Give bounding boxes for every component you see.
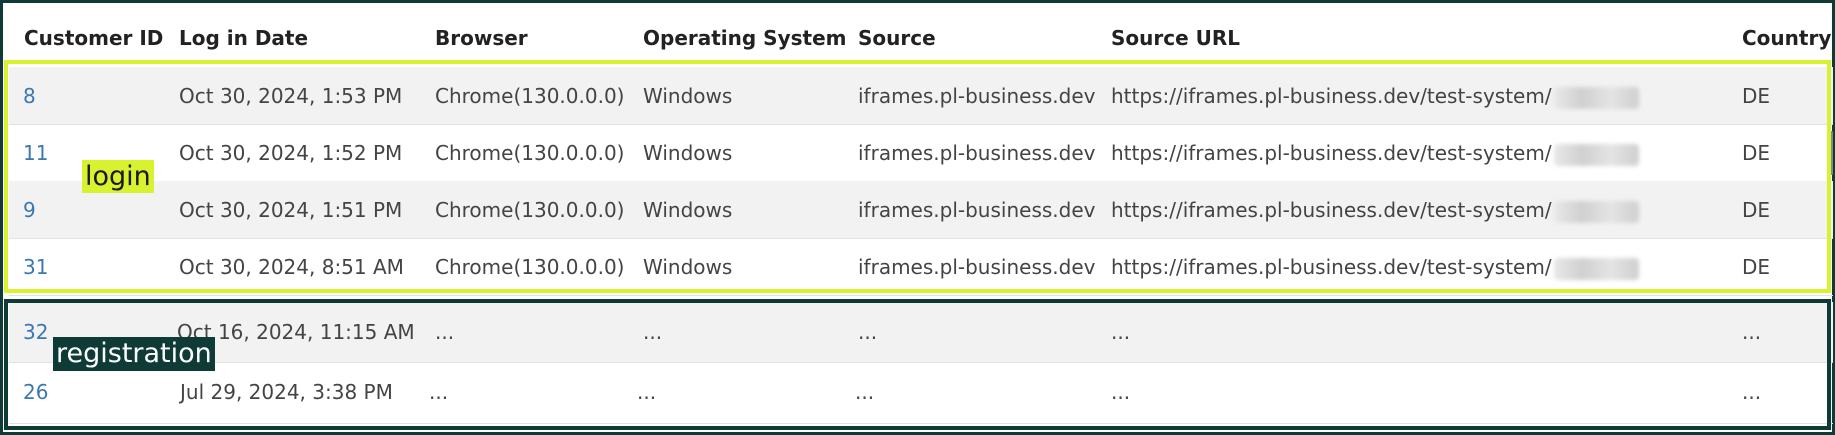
redacted-blur [1553,257,1639,280]
customer-id-link[interactable]: 31 [23,255,48,279]
country-cell: ... [1742,320,1762,344]
source-url-text: https://iframes.pl-business.dev/test-sys… [1111,255,1552,279]
column-header-source[interactable]: Source [858,26,936,50]
customer-log-table: Customer ID Log in Date Browser Operatin… [0,0,1835,435]
table-row[interactable]: 26 Jul 29, 2024, 3:38 PM ... ... ... ...… [9,362,1833,424]
login-annotation-label: login [82,160,154,193]
login-date-cell: Jul 29, 2024, 3:38 PM [180,380,393,404]
os-cell: Windows [643,141,733,165]
source-url-cell: https://iframes.pl-business.dev/test-sys… [1111,255,1639,280]
table-row[interactable]: 32 Oct 16, 2024, 11:15 AM ... ... ... ..… [9,302,1833,363]
os-cell: ... [643,320,663,344]
customer-id-link[interactable]: 26 [23,380,48,404]
customer-id-link[interactable]: 9 [23,198,36,222]
login-date-cell: Oct 30, 2024, 1:53 PM [179,84,403,108]
customer-id-link[interactable]: 11 [23,141,48,165]
source-cell: ... [858,320,878,344]
source-cell: iframes.pl-business.dev [858,198,1096,222]
os-cell: Windows [643,198,733,222]
redacted-blur [1553,143,1639,166]
country-cell: DE [1742,198,1771,222]
column-header-login-date[interactable]: Log in Date [179,26,308,50]
column-header-operating-system[interactable]: Operating System [643,26,847,50]
column-header-country[interactable]: Country [1742,26,1831,50]
login-date-cell: Oct 30, 2024, 1:52 PM [179,141,403,165]
login-date-cell: Oct 30, 2024, 1:51 PM [179,198,403,222]
redacted-blur [1553,86,1639,109]
country-cell: DE [1742,255,1771,279]
table-row[interactable]: 9 Oct 30, 2024, 1:51 PM Chrome(130.0.0.0… [9,181,1833,239]
redacted-blur [1553,200,1639,223]
country-cell: DE [1742,141,1771,165]
source-url-cell: https://iframes.pl-business.dev/test-sys… [1111,141,1639,166]
os-cell: Windows [643,255,733,279]
table-header: Customer ID Log in Date Browser Operatin… [6,6,1835,62]
os-cell: Windows [643,84,733,108]
source-url-cell: https://iframes.pl-business.dev/test-sys… [1111,198,1639,223]
browser-cell: ... [435,320,455,344]
source-cell: iframes.pl-business.dev [858,141,1096,165]
column-header-source-url[interactable]: Source URL [1111,26,1240,50]
source-url-text: https://iframes.pl-business.dev/test-sys… [1111,141,1552,165]
country-cell: ... [1742,380,1762,404]
column-header-browser[interactable]: Browser [435,26,528,50]
source-cell: iframes.pl-business.dev [858,84,1096,108]
source-url-text: https://iframes.pl-business.dev/test-sys… [1111,198,1552,222]
column-header-customer-id[interactable]: Customer ID [24,26,163,50]
source-url-cell: ... [1111,320,1131,344]
table-row[interactable]: 31 Oct 30, 2024, 8:51 AM Chrome(130.0.0.… [9,238,1833,296]
source-url-text: https://iframes.pl-business.dev/test-sys… [1111,84,1552,108]
country-cell: DE [1742,84,1771,108]
source-url-cell: https://iframes.pl-business.dev/test-sys… [1111,84,1639,109]
browser-cell: Chrome(130.0.0.0) [435,198,625,222]
source-url-cell: ... [1111,380,1131,404]
source-cell: ... [855,380,875,404]
os-cell: ... [637,380,657,404]
customer-id-link[interactable]: 32 [23,320,48,344]
vertical-scrollbar[interactable] [1830,131,1833,175]
source-cell: iframes.pl-business.dev [858,255,1096,279]
login-date-cell: Oct 30, 2024, 8:51 AM [179,255,404,279]
table-row[interactable]: 11 Oct 30, 2024, 1:52 PM Chrome(130.0.0.… [9,124,1833,182]
browser-cell: ... [429,380,449,404]
browser-cell: Chrome(130.0.0.0) [435,84,625,108]
table-row[interactable]: 8 Oct 30, 2024, 1:53 PM Chrome(130.0.0.0… [9,67,1833,125]
browser-cell: Chrome(130.0.0.0) [435,255,625,279]
browser-cell: Chrome(130.0.0.0) [435,141,625,165]
customer-id-link[interactable]: 8 [23,84,36,108]
registration-annotation-label: registration [53,337,215,371]
